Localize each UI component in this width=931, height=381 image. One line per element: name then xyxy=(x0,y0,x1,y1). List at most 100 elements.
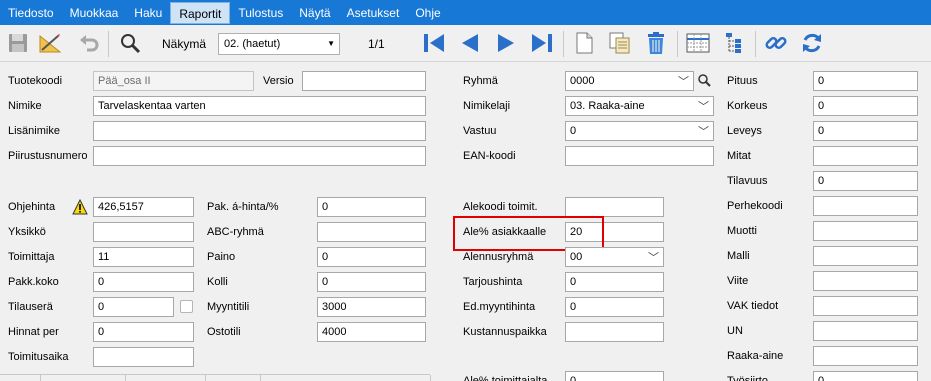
perhekoodi-field[interactable] xyxy=(813,196,918,216)
tuotekoodi-field[interactable]: Pää_osa II xyxy=(93,71,254,91)
chevron-down-icon: ﹀ xyxy=(648,252,659,264)
search-button[interactable] xyxy=(116,29,144,57)
alennusryhma-value: 00 xyxy=(570,251,583,263)
myyntitili-field[interactable]: 3000 xyxy=(317,297,426,317)
copy-record-button[interactable] xyxy=(606,29,634,57)
ohjehinta-field[interactable]: 426,5157 xyxy=(93,197,194,217)
piirustusnumero-label: Piirustusnumero xyxy=(8,150,88,162)
tree-view-button[interactable] xyxy=(720,29,748,57)
link-icon xyxy=(765,36,787,50)
first-record-icon xyxy=(424,34,444,52)
search-icon xyxy=(698,74,711,87)
vak-field[interactable] xyxy=(813,296,918,316)
delete-record-button[interactable] xyxy=(642,29,670,57)
edit-button[interactable] xyxy=(36,29,64,57)
leveys-field[interactable]: 0 xyxy=(813,121,918,141)
toimitusaika-label: Toimitusaika xyxy=(8,351,69,363)
toimittaja-label: Toimittaja xyxy=(8,251,55,263)
pencil-ruler-icon xyxy=(39,34,62,53)
refresh-button[interactable] xyxy=(798,29,826,57)
piirustusnumero-field[interactable] xyxy=(93,146,426,166)
nimikelaji-select[interactable]: 03. Raaka-aine ﹀ xyxy=(565,96,714,116)
tilausera-field[interactable]: 0 xyxy=(93,297,174,317)
tilavuus-label: Tilavuus xyxy=(727,175,768,187)
tuotekoodi-label: Tuotekoodi xyxy=(8,75,63,87)
ryhma-label: Ryhmä xyxy=(463,75,498,87)
korkeus-field[interactable]: 0 xyxy=(813,96,918,116)
hinnatper-field[interactable]: 0 xyxy=(93,322,194,342)
tyosiirto-label: Työsiirto xyxy=(727,375,768,381)
tilausera-checkbox[interactable] xyxy=(180,300,193,313)
muotti-field[interactable] xyxy=(813,221,918,241)
ale-toimittaja-field[interactable]: 0 xyxy=(565,371,664,381)
vastuu-value: 0 xyxy=(570,125,577,137)
tarjoushinta-label: Tarjoushinta xyxy=(463,276,523,288)
previous-record-button[interactable] xyxy=(456,29,484,57)
last-record-icon xyxy=(532,34,552,52)
ryhma-search-button[interactable] xyxy=(697,73,713,89)
menu-ohje[interactable]: Ohje xyxy=(407,2,448,24)
tyosiirto-field[interactable]: 0 xyxy=(813,371,918,381)
mitat-field[interactable] xyxy=(813,146,918,166)
pakahinta-field[interactable]: 0 xyxy=(317,197,426,217)
ryhma-select[interactable]: 0000 ﹀ xyxy=(565,71,694,91)
nimike-label: Nimike xyxy=(8,100,42,112)
menu-muokkaa[interactable]: Muokkaa xyxy=(62,2,127,24)
toolbar-separator xyxy=(563,31,564,57)
ostotili-label: Ostotili xyxy=(207,326,241,338)
nimike-field[interactable]: Tarvelaskentaa varten xyxy=(93,96,426,116)
toimittaja-field[interactable]: 11 xyxy=(93,247,194,267)
alekoodi-field[interactable] xyxy=(565,197,664,217)
tarjoushinta-field[interactable]: 0 xyxy=(565,272,664,292)
raakaaine-label: Raaka-aine xyxy=(727,350,784,362)
edmyynti-field[interactable]: 0 xyxy=(565,297,664,317)
menu-nayta[interactable]: Näytä xyxy=(291,2,338,24)
yksikko-field[interactable] xyxy=(93,222,194,242)
grid-column-divider xyxy=(40,375,41,381)
paino-field[interactable]: 0 xyxy=(317,247,426,267)
abc-field[interactable] xyxy=(317,222,426,242)
raakaaine-field[interactable] xyxy=(813,346,918,366)
paino-label: Paino xyxy=(207,251,236,263)
pakkoko-field[interactable]: 0 xyxy=(93,272,194,292)
view-select[interactable]: 02. (haetut) ▼ xyxy=(218,33,340,55)
kolli-field[interactable]: 0 xyxy=(317,272,426,292)
save-button[interactable] xyxy=(4,29,32,57)
toimitusaika-field[interactable] xyxy=(93,347,194,367)
perhekoodi-label: Perhekoodi xyxy=(727,200,783,212)
vastuu-select[interactable]: 0 ﹀ xyxy=(565,121,714,141)
menu-haku[interactable]: Haku xyxy=(126,2,170,24)
versio-field[interactable] xyxy=(302,71,426,91)
alennusryhma-select[interactable]: 00 ﹀ xyxy=(565,247,664,267)
un-field[interactable] xyxy=(813,321,918,341)
next-record-button[interactable] xyxy=(492,29,520,57)
tilavuus-field[interactable]: 0 xyxy=(813,171,918,191)
hinnatper-label: Hinnat per xyxy=(8,326,59,338)
menu-raportit[interactable]: Raportit xyxy=(170,1,231,24)
previous-icon xyxy=(462,34,478,52)
table-view-button[interactable] xyxy=(684,29,712,57)
undo-button[interactable] xyxy=(75,29,103,57)
vastuu-label: Vastuu xyxy=(463,125,497,137)
first-record-button[interactable] xyxy=(420,29,448,57)
pakahinta-label: Pak. á-hinta/% xyxy=(207,201,279,213)
muotti-label: Muotti xyxy=(727,225,757,237)
new-record-button[interactable] xyxy=(570,29,598,57)
link-button[interactable] xyxy=(762,29,790,57)
record-counter: 1/1 xyxy=(368,37,385,51)
vak-label: VAK tiedot xyxy=(727,300,779,312)
last-record-button[interactable] xyxy=(528,29,556,57)
pakkoko-label: Pakk.koko xyxy=(8,276,59,288)
lisanimike-field[interactable] xyxy=(93,121,426,141)
malli-field[interactable] xyxy=(813,246,918,266)
menu-tiedosto[interactable]: Tiedosto xyxy=(0,2,62,24)
mitat-label: Mitat xyxy=(727,150,751,162)
pituus-field[interactable]: 0 xyxy=(813,71,918,91)
ostotili-field[interactable]: 4000 xyxy=(317,322,426,342)
viite-field[interactable] xyxy=(813,271,918,291)
kustannus-field[interactable] xyxy=(565,322,664,342)
ean-label: EAN-koodi xyxy=(463,150,516,162)
menu-asetukset[interactable]: Asetukset xyxy=(339,2,408,24)
ean-field[interactable] xyxy=(565,146,714,166)
menu-tulostus[interactable]: Tulostus xyxy=(230,2,291,24)
